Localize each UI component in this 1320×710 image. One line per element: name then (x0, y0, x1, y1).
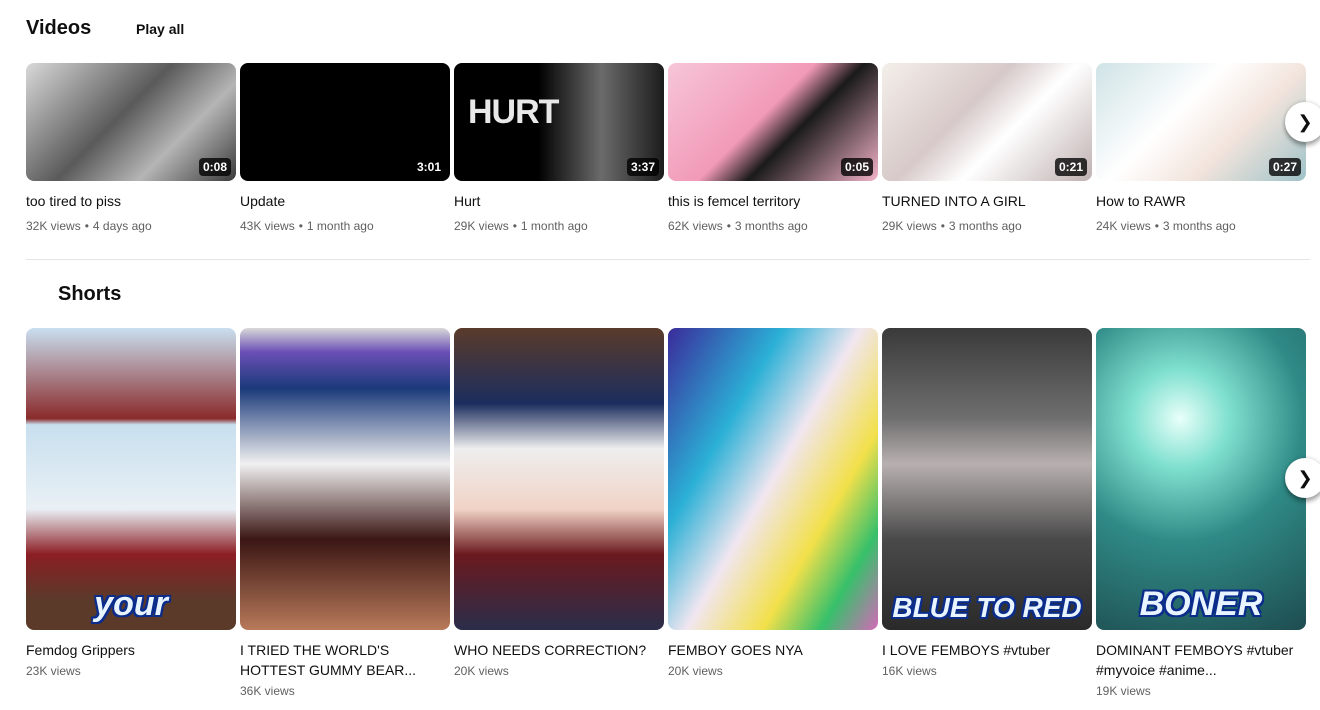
duration-badge: 3:01 (412, 158, 445, 176)
video-title[interactable]: too tired to piss (26, 192, 236, 210)
video-thumbnail[interactable]: 0:08 (26, 63, 236, 181)
upload-age: 1 month ago (520, 219, 588, 233)
view-count: 36K views (240, 684, 295, 698)
upload-age: 4 days ago (92, 219, 152, 233)
short-card[interactable]: WHO NEEDS CORRECTION? 20K views (454, 328, 664, 680)
duration-badge: 0:08 (198, 158, 231, 176)
video-title[interactable]: this is femcel territory (668, 192, 878, 210)
upload-age: 3 months ago (734, 219, 808, 233)
thumbnail-overlay-text: HURT (468, 93, 559, 131)
upload-age: 3 months ago (1162, 219, 1236, 233)
duration-badge: 0:27 (1268, 158, 1301, 176)
view-count: 23K views (26, 664, 81, 678)
view-count: 29K views (454, 219, 509, 233)
video-meta: 62K views • 3 months ago (668, 219, 808, 233)
video-meta: 24K views • 3 months ago (1096, 219, 1236, 233)
duration-badge: 3:37 (626, 158, 659, 176)
video-card[interactable]: 3:01 Update 43K views • 1 month ago (240, 63, 450, 234)
video-thumbnail[interactable]: 0:05 (668, 63, 878, 181)
video-card[interactable]: 0:21 TURNED INTO A GIRL 29K views • 3 mont… (882, 63, 1092, 234)
video-title[interactable]: TURNED INTO A GIRL (882, 192, 1092, 210)
view-count: 62K views (668, 219, 723, 233)
short-title[interactable]: I LOVE FEMBOYS #vtuber (882, 640, 1092, 660)
short-thumbnail[interactable]: your (26, 328, 236, 630)
video-card[interactable]: 0:05 this is femcel territory 62K views •… (668, 63, 878, 234)
view-count: 19K views (1096, 684, 1151, 698)
upload-age: 3 months ago (948, 219, 1022, 233)
short-title[interactable]: DOMINANT FEMBOYS #vtuber #myvoice #anime… (1096, 640, 1306, 680)
video-title[interactable]: Update (240, 192, 450, 210)
view-count: 20K views (668, 664, 723, 678)
shorts-section-title: Shorts (58, 283, 122, 305)
video-thumbnail[interactable]: 0:27 (1096, 63, 1306, 181)
view-count: 24K views (1096, 219, 1151, 233)
view-count: 43K views (240, 219, 295, 233)
duration-badge: 0:21 (1054, 158, 1087, 176)
video-meta: 32K views • 4 days ago (26, 219, 152, 233)
short-thumbnail[interactable]: BONER (1096, 328, 1306, 630)
short-thumbnail[interactable] (454, 328, 664, 630)
chevron-right-icon: ❯ (1297, 467, 1313, 488)
short-title[interactable]: WHO NEEDS CORRECTION? (454, 640, 664, 660)
short-thumbnail[interactable] (668, 328, 878, 630)
video-title[interactable]: Hurt (454, 192, 664, 210)
video-meta: 29K views • 1 month ago (454, 219, 588, 233)
short-title[interactable]: Femdog Grippers (26, 640, 236, 660)
video-meta: 43K views • 1 month ago (240, 219, 374, 233)
short-card[interactable]: I TRIED THE WORLD'S HOTTEST GUMMY BEAR..… (240, 328, 450, 700)
view-count: 29K views (882, 219, 937, 233)
duration-badge: 0:05 (840, 158, 873, 176)
short-caption: BONER (1139, 585, 1263, 623)
section-divider (26, 259, 1310, 260)
video-thumbnail[interactable]: HURT 3:37 (454, 63, 664, 181)
short-caption: BLUE TO RED (892, 592, 1082, 623)
video-thumbnail[interactable]: 0:21 (882, 63, 1092, 181)
video-card[interactable]: HURT 3:37 Hurt 29K views • 1 month ago (454, 63, 664, 234)
videos-next-button[interactable]: ❯ (1285, 102, 1320, 142)
short-card[interactable]: BONER DOMINANT FEMBOYS #vtuber #myvoice … (1096, 328, 1306, 700)
short-thumbnail[interactable] (240, 328, 450, 630)
play-all-button[interactable]: Play all (124, 14, 196, 44)
short-card[interactable]: your Femdog Grippers 23K views (26, 328, 236, 680)
short-card[interactable]: FEMBOY GOES NYA 20K views (668, 328, 878, 680)
video-title[interactable]: How to RAWR (1096, 192, 1306, 210)
view-count: 16K views (882, 664, 937, 678)
video-meta: 29K views • 3 months ago (882, 219, 1022, 233)
short-thumbnail[interactable]: BLUE TO RED (882, 328, 1092, 630)
view-count: 20K views (454, 664, 509, 678)
upload-age: 1 month ago (306, 219, 374, 233)
short-card[interactable]: BLUE TO RED I LOVE FEMBOYS #vtuber 16K v… (882, 328, 1092, 680)
short-title[interactable]: I TRIED THE WORLD'S HOTTEST GUMMY BEAR..… (240, 640, 450, 680)
videos-section-title: Videos (26, 17, 92, 39)
video-card[interactable]: 0:27 How to RAWR 24K views • 3 months ago (1096, 63, 1306, 234)
shorts-next-button[interactable]: ❯ (1285, 458, 1320, 498)
video-card[interactable]: 0:08 too tired to piss 32K views • 4 days … (26, 63, 236, 234)
view-count: 32K views (26, 219, 81, 233)
short-title[interactable]: FEMBOY GOES NYA (668, 640, 878, 660)
video-thumbnail[interactable]: 3:01 (240, 63, 450, 181)
short-caption: your (94, 585, 168, 623)
chevron-right-icon: ❯ (1297, 111, 1313, 132)
